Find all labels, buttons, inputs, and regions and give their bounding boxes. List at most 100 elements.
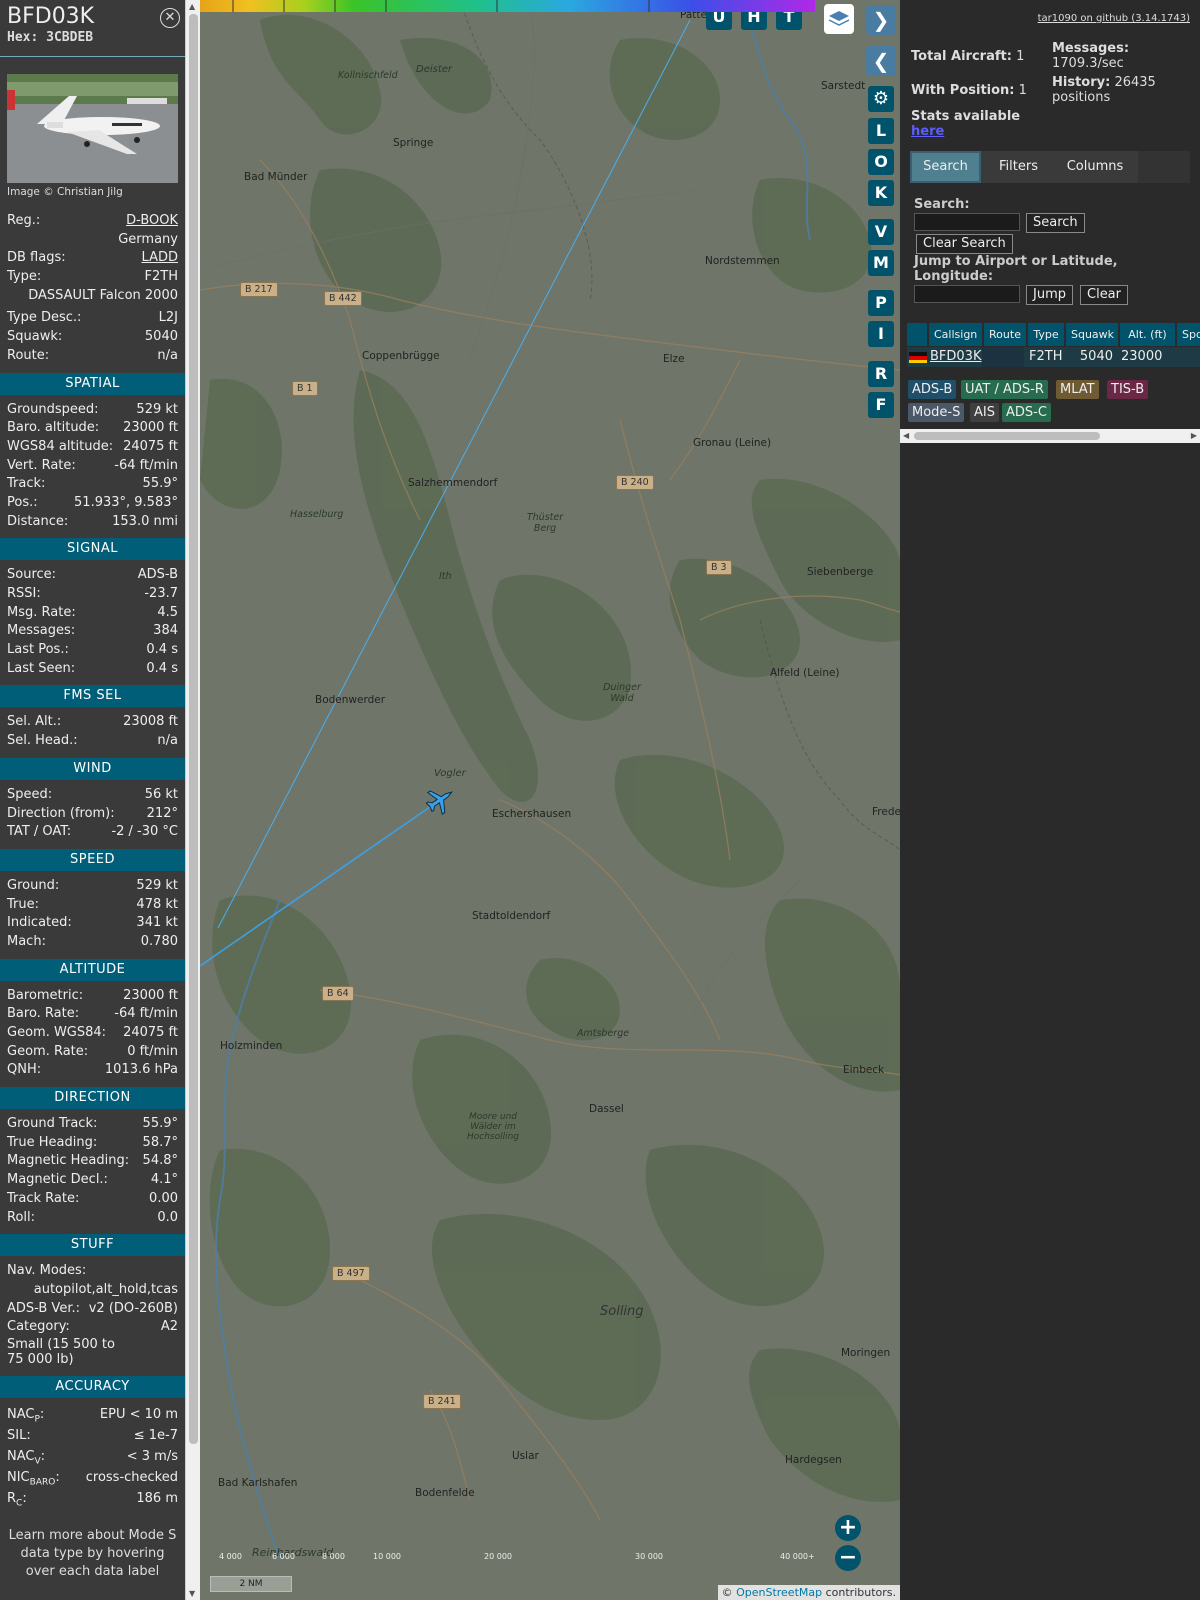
hide-sidebar-button[interactable]: ❮ xyxy=(866,46,896,76)
column-route[interactable]: Route xyxy=(984,323,1026,346)
scroll-down-arrow-icon[interactable]: ▼ xyxy=(189,1589,195,1598)
aircraft-info-panel: BFD03K Hex: 3CBDEB ✕ Image © Christian J… xyxy=(0,0,185,1600)
row-type: F2TH xyxy=(1029,349,1063,364)
place-label: Dassel xyxy=(589,1103,624,1115)
sil-row: SIL: ≤ 1e-7 xyxy=(7,1427,178,1443)
map[interactable]: Deister Kollnischfeld Springe Bad Münder… xyxy=(200,0,900,1600)
section-direction[interactable]: DIRECTION xyxy=(0,1087,185,1110)
scroll-thumb[interactable] xyxy=(189,14,198,1444)
osm-link[interactable]: OpenStreetMap xyxy=(736,1586,822,1599)
aircraft-icon[interactable] xyxy=(422,781,459,818)
section-signal[interactable]: SIGNAL xyxy=(0,538,185,561)
clear-search-button[interactable]: Clear Search xyxy=(916,234,1013,254)
speed-label: True: xyxy=(7,896,39,912)
column-squawk[interactable]: Squawk xyxy=(1066,323,1118,346)
spatial-label: Distance: xyxy=(7,513,69,529)
zoom-in-button[interactable]: + xyxy=(835,1515,861,1541)
layers-icon xyxy=(828,11,850,26)
section-spatial[interactable]: SPATIAL xyxy=(0,372,185,395)
section-wind[interactable]: WIND xyxy=(0,757,185,780)
place-label: Vogler xyxy=(434,768,466,779)
place-label: Kollnischfeld xyxy=(338,70,398,81)
registration-link[interactable]: D-BOOK xyxy=(126,212,178,231)
search-input[interactable] xyxy=(914,213,1020,231)
settings-button[interactable]: ⚙ xyxy=(868,86,894,112)
r-button[interactable]: R xyxy=(868,361,894,387)
place-label: Bad Münder xyxy=(244,171,308,183)
section-stuff[interactable]: STUFF xyxy=(0,1234,185,1257)
row-callsign[interactable]: BFD03K xyxy=(927,347,981,367)
altitude-row: Barometric: 23000 ft xyxy=(0,987,185,1006)
l-button[interactable]: L xyxy=(868,118,894,144)
direction-row: Track Rate: 0.00 xyxy=(0,1190,185,1209)
v-button[interactable]: V xyxy=(868,219,894,245)
o-button[interactable]: O xyxy=(868,149,894,175)
signal-value: 0.4 s xyxy=(146,660,178,676)
layers-button[interactable] xyxy=(824,4,854,34)
altitude-label: QNH: xyxy=(7,1062,42,1078)
section-altitude[interactable]: ALTITUDE xyxy=(0,958,185,981)
wind-label: Direction (from): xyxy=(7,805,115,821)
tab-search[interactable]: Search xyxy=(910,151,981,183)
legend-tick: 10 000 xyxy=(373,1552,401,1561)
close-icon[interactable]: ✕ xyxy=(160,8,180,28)
k-button[interactable]: K xyxy=(868,180,894,206)
ladd-link[interactable]: LADD xyxy=(142,249,178,268)
place-label: Alfeld (Leine) xyxy=(770,667,840,679)
github-link[interactable]: tar1090 on github (3.14.1743) xyxy=(1038,13,1190,24)
scroll-up-arrow-icon[interactable]: ▲ xyxy=(189,2,195,11)
column-speed[interactable]: Spd. xyxy=(1177,323,1200,346)
nic-baro-row: NICBARO: cross-checked xyxy=(7,1469,178,1488)
place-label: Siebenberge xyxy=(807,566,874,578)
column-type[interactable]: Type xyxy=(1028,323,1064,346)
jump-button[interactable]: Jump xyxy=(1026,285,1073,305)
country-row: Germany xyxy=(118,231,178,247)
stats-here-link[interactable]: here xyxy=(911,124,944,139)
search-button[interactable]: Search xyxy=(1026,213,1085,233)
clear-jump-button[interactable]: Clear xyxy=(1080,285,1128,305)
place-label: Nordstemmen xyxy=(705,255,780,267)
signal-row: Msg. Rate: 4.5 xyxy=(0,604,185,623)
source-pill-uat: UAT / ADS-R xyxy=(961,380,1048,399)
scroll-right-arrow-icon[interactable]: ▶ xyxy=(1191,431,1197,440)
direction-label: True Heading: xyxy=(7,1134,98,1150)
jump-input[interactable] xyxy=(914,285,1020,303)
f-button[interactable]: F xyxy=(868,392,894,418)
info-panel-scrollbar[interactable]: ▲ ▼ xyxy=(185,0,201,1600)
zoom-out-button[interactable]: − xyxy=(835,1545,861,1571)
aircraft-photo[interactable] xyxy=(7,74,178,183)
flag-column-header[interactable] xyxy=(907,323,927,346)
m-button[interactable]: M xyxy=(868,250,894,276)
altitude-value: -64 ft/min xyxy=(114,1006,178,1022)
tab-filters[interactable]: Filters xyxy=(985,151,1052,183)
wind-label: TAT / OAT: xyxy=(7,824,72,840)
table-row[interactable]: BFD03K F2TH 5040 23000 xyxy=(907,347,1200,367)
column-altitude[interactable]: Alt. (ft) xyxy=(1120,323,1175,346)
signal-label: Msg. Rate: xyxy=(7,604,76,620)
spatial-value: 23000 ft xyxy=(123,420,178,436)
place-label: Amtsberge xyxy=(577,1028,630,1039)
section-speed[interactable]: SPEED xyxy=(0,848,185,871)
column-callsign[interactable]: Callsign xyxy=(929,323,982,346)
place-label: Hardegsen xyxy=(785,1454,842,1466)
wind-row: TAT / OAT: -2 / -30 °C xyxy=(0,823,185,842)
chevron-left-icon: ❮ xyxy=(872,49,890,73)
section-accuracy[interactable]: ACCURACY xyxy=(0,1375,185,1398)
p-button[interactable]: P xyxy=(868,290,894,316)
scroll-left-arrow-icon[interactable]: ◀ xyxy=(903,431,909,440)
table-horizontal-scrollbar[interactable]: ◀ ▶ xyxy=(900,429,1200,443)
show-sidebar-button[interactable]: ❯ xyxy=(866,5,896,35)
altitude-row: Geom. WGS84: 24075 ft xyxy=(0,1024,185,1043)
type-row: Type: F2TH xyxy=(7,269,178,285)
section-fms-sel[interactable]: FMS SEL xyxy=(0,685,185,708)
row-altitude: 23000 xyxy=(1121,349,1163,364)
nacv-row: NACV: < 3 m/s xyxy=(7,1448,178,1467)
hscroll-thumb[interactable] xyxy=(914,432,1100,440)
place-label: Salzhemmendorf xyxy=(408,477,498,489)
direction-row: True Heading: 58.7° xyxy=(0,1134,185,1153)
speed-row: Mach: 0.780 xyxy=(0,933,185,952)
tab-columns[interactable]: Columns xyxy=(1054,151,1136,183)
i-button[interactable]: I xyxy=(868,321,894,347)
fms-value: n/a xyxy=(157,733,178,749)
direction-value: 58.7° xyxy=(142,1134,178,1150)
